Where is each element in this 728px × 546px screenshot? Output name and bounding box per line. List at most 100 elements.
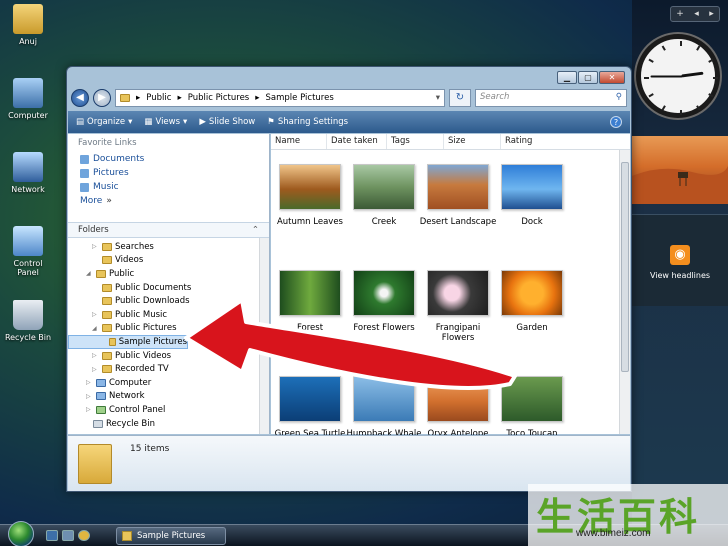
clock-tick	[696, 45, 701, 51]
tree-item-public-music[interactable]: ▷ Public Music	[68, 308, 259, 322]
slideshow-gadget[interactable]	[632, 136, 728, 204]
file-thumbnail[interactable]: Desert Landscape	[419, 164, 497, 227]
collapse-icon[interactable]: ◢	[86, 270, 93, 277]
expand-icon[interactable]: ▷	[92, 366, 99, 373]
start-button[interactable]	[8, 521, 34, 546]
expand-icon[interactable]: ▷	[92, 311, 99, 318]
folder-icon	[102, 351, 112, 360]
column-rating[interactable]: Rating	[501, 134, 561, 149]
scrollbar-thumb[interactable]	[621, 162, 629, 372]
file-list-pane: Name Date taken Tags Size Rating Autumn …	[271, 134, 630, 439]
next-gadget-button[interactable]: ▸	[709, 9, 714, 19]
taskbar-window-button[interactable]: Sample Pictures	[116, 527, 226, 545]
chevron-up-icon: ⌃	[251, 225, 259, 235]
feed-headlines-gadget[interactable]: ◉ View headlines	[632, 214, 728, 306]
favorite-link-more[interactable]: More»	[68, 194, 269, 208]
navigation-scrollbar[interactable]	[259, 238, 269, 434]
tree-item-public-pictures[interactable]: ◢ Public Pictures	[68, 322, 259, 336]
collapse-icon[interactable]: ◢	[92, 325, 99, 332]
search-input[interactable]: Search ⚲	[475, 89, 627, 107]
breadcrumb-public-pictures[interactable]: Public Pictures	[188, 93, 250, 103]
file-thumbnail[interactable]: Humpback Whale	[345, 376, 423, 439]
tree-item-public-downloads[interactable]: Public Downloads	[68, 294, 259, 308]
browser-icon[interactable]	[78, 530, 90, 541]
explorer-window[interactable]: ▁ ▢ ✕ ◀ ▶ ▸ Public ▸ Public Pictures ▸ S…	[66, 66, 632, 492]
expand-icon[interactable]: ▷	[92, 352, 99, 359]
column-tags[interactable]: Tags	[387, 134, 444, 149]
tree-label: Videos	[115, 255, 144, 266]
folders-heading[interactable]: Folders ⌃	[68, 222, 269, 238]
show-desktop-icon[interactable]	[46, 530, 58, 541]
views-button[interactable]: ▦ Views ▾	[144, 117, 187, 127]
desktop-icon-recycle-bin[interactable]: Recycle Bin	[4, 300, 52, 342]
tree-item-videos[interactable]: Videos	[68, 254, 259, 268]
file-thumbnail[interactable]: Oryx Antelope	[419, 376, 497, 439]
tree-item-control-panel[interactable]: ▷ Control Panel	[68, 403, 259, 417]
expand-icon[interactable]: ▷	[92, 243, 99, 250]
address-bar[interactable]: ▸ Public ▸ Public Pictures ▸ Sample Pict…	[115, 89, 445, 107]
favorite-link-label: Music	[93, 182, 119, 192]
tree-item-public-documents[interactable]: Public Documents	[68, 281, 259, 295]
tree-item-searches[interactable]: ▷ Searches	[68, 240, 259, 254]
refresh-button[interactable]: ↻	[449, 89, 471, 107]
column-size[interactable]: Size	[444, 134, 501, 149]
file-thumbnail[interactable]: Green Sea Turtle	[271, 376, 349, 439]
sharing-settings-button[interactable]: ⚑ Sharing Settings	[267, 117, 348, 127]
favorite-link-pictures[interactable]: Pictures	[68, 166, 269, 180]
breadcrumb-public[interactable]: Public	[146, 93, 171, 103]
tree-item-public[interactable]: ◢ Public	[68, 267, 259, 281]
desktop-icon-user[interactable]: Anuj	[4, 4, 52, 46]
clock-gadget[interactable]	[636, 34, 720, 118]
help-icon[interactable]: ?	[610, 116, 622, 128]
breadcrumb-sample-pictures[interactable]: Sample Pictures	[266, 93, 334, 103]
slideshow-label: Slide Show	[208, 117, 256, 127]
previous-gadget-button[interactable]: ◂	[694, 9, 699, 19]
back-button[interactable]: ◀	[71, 89, 89, 107]
tree-item-recycle-bin[interactable]: Recycle Bin	[68, 417, 259, 431]
search-icon[interactable]: ⚲	[616, 92, 622, 104]
desktop-icon-network[interactable]: Network	[4, 152, 52, 194]
file-thumbnail[interactable]: Forest Flowers	[345, 270, 423, 333]
column-name[interactable]: Name	[271, 134, 327, 149]
address-dropdown-icon[interactable]: ▾	[436, 93, 440, 103]
file-thumbnail[interactable]: Creek	[345, 164, 423, 227]
tree-item-recorded-tv[interactable]: ▷ Recorded TV	[68, 362, 259, 376]
title-bar[interactable]: ▁ ▢ ✕	[67, 67, 631, 87]
item-count: 15 items	[130, 444, 170, 454]
forward-button[interactable]: ▶	[93, 89, 111, 107]
content-scrollbar[interactable]	[619, 150, 630, 434]
slideshow-button[interactable]: ▶ Slide Show	[199, 117, 255, 127]
file-thumbnail[interactable]: Forest	[271, 270, 349, 333]
column-date-taken[interactable]: Date taken	[327, 134, 387, 149]
tree-label: Recorded TV	[115, 364, 169, 375]
add-gadget-button[interactable]: +	[676, 9, 684, 19]
close-button[interactable]: ✕	[599, 71, 625, 84]
maximize-button[interactable]: ▢	[578, 71, 598, 84]
expand-icon[interactable]: ▷	[86, 393, 93, 400]
gadget-controls[interactable]: + ◂ ▸	[670, 6, 720, 22]
expand-icon[interactable]: ▷	[86, 406, 93, 413]
folders-label: Folders	[78, 225, 109, 235]
file-thumbnail[interactable]: Garden	[493, 270, 571, 333]
desktop-icon-computer[interactable]: Computer	[4, 78, 52, 120]
file-thumbnail[interactable]: Toco Toucan	[493, 376, 571, 439]
command-bar: ▤ Organize ▾ ▦ Views ▾ ▶ Slide Show ⚑ Sh…	[68, 111, 630, 133]
minimize-button[interactable]: ▁	[557, 71, 577, 84]
tree-item-public-videos[interactable]: ▷ Public Videos	[68, 349, 259, 363]
tree-item-computer[interactable]: ▷ Computer	[68, 376, 259, 390]
switch-windows-icon[interactable]	[62, 530, 74, 541]
clock-tick	[680, 41, 682, 46]
tree-item-network[interactable]: ▷ Network	[68, 390, 259, 404]
clock-tick	[661, 105, 666, 111]
tree-item-sample-pictures[interactable]: Sample Pictures	[68, 335, 188, 349]
file-thumbnail[interactable]: Dock	[493, 164, 571, 227]
file-thumbnail[interactable]: Autumn Leaves	[271, 164, 349, 227]
expand-icon[interactable]: ▷	[86, 379, 93, 386]
favorite-link-documents[interactable]: Documents	[68, 152, 269, 166]
tree-label: Recycle Bin	[106, 418, 156, 429]
favorite-link-music[interactable]: Music	[68, 180, 269, 194]
file-thumbnail[interactable]: Frangipani Flowers	[419, 270, 497, 343]
desktop-icon-control-panel[interactable]: Control Panel	[4, 226, 52, 277]
organize-button[interactable]: ▤ Organize ▾	[76, 117, 132, 127]
desktop-icon-label: Computer	[8, 111, 48, 120]
